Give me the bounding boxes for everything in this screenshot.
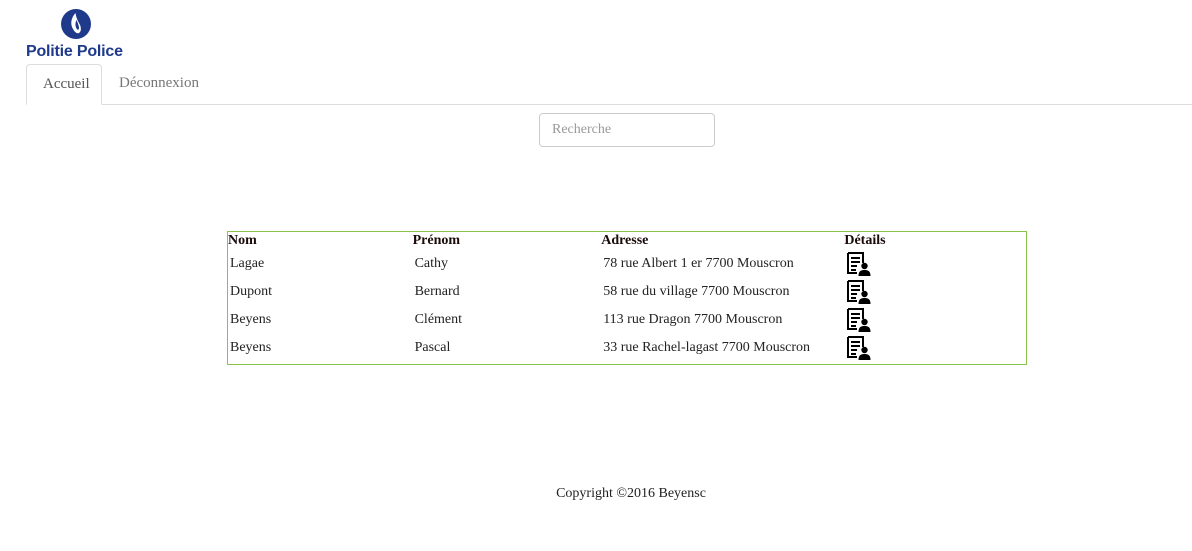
footer-copyright: Copyright ©2016 Beyensc [556,486,706,501]
cell-adresse: 113 rue Dragon 7700 Mouscron [603,312,783,327]
cell-details [844,250,1026,278]
cell-nom: Dupont [230,284,272,299]
header-prenom: Prénom [412,233,461,248]
cell-details [844,278,1026,306]
cell-adresse: 33 rue Rachel-lagast 7700 Mouscron [603,340,811,355]
people-table-container: Nom Prénom Adresse Détails Lagae Cathy 7… [227,231,1027,365]
cell-nom: Beyens [230,312,272,327]
cell-details [844,306,1026,334]
cell-nom: Beyens [230,340,272,355]
header-adresse: Adresse [601,233,649,248]
cell-prenom: Clément [414,312,463,327]
table-row: Beyens Clément 113 rue Dragon 7700 Mousc… [228,306,1026,334]
tab-accueil[interactable]: Accueil [26,64,102,105]
tab-deconnexion[interactable]: Déconnexion [103,64,215,104]
cell-adresse: 78 rue Albert 1 er 7700 Mouscron [603,256,794,271]
nav-tabs: Accueil Déconnexion [26,64,1192,105]
cell-prenom: Bernard [414,284,460,299]
header-details: Détails [844,233,886,248]
cell-prenom: Pascal [414,340,451,355]
logo-text: Politie Police [26,43,123,60]
table-row: Dupont Bernard 58 rue du village 7700 Mo… [228,278,1026,306]
cell-adresse: 58 rue du village 7700 Mouscron [603,284,790,299]
person-details-icon[interactable] [846,307,872,333]
people-table: Nom Prénom Adresse Détails Lagae Cathy 7… [228,232,1026,362]
table-row: Lagae Cathy 78 rue Albert 1 er 7700 Mous… [228,250,1026,278]
flame-emblem-icon [61,9,91,39]
search-input[interactable] [539,113,715,147]
table-row: Beyens Pascal 33 rue Rachel-lagast 7700 … [228,334,1026,362]
person-details-icon[interactable] [846,279,872,305]
person-details-icon[interactable] [846,251,872,277]
cell-prenom: Cathy [414,256,449,271]
politie-police-logo: Politie Police [26,6,136,64]
person-details-icon[interactable] [846,335,872,361]
header-nom: Nom [228,233,257,248]
cell-nom: Lagae [230,256,265,271]
table-header-row: Nom Prénom Adresse Détails [228,232,1026,250]
cell-details [844,334,1026,362]
